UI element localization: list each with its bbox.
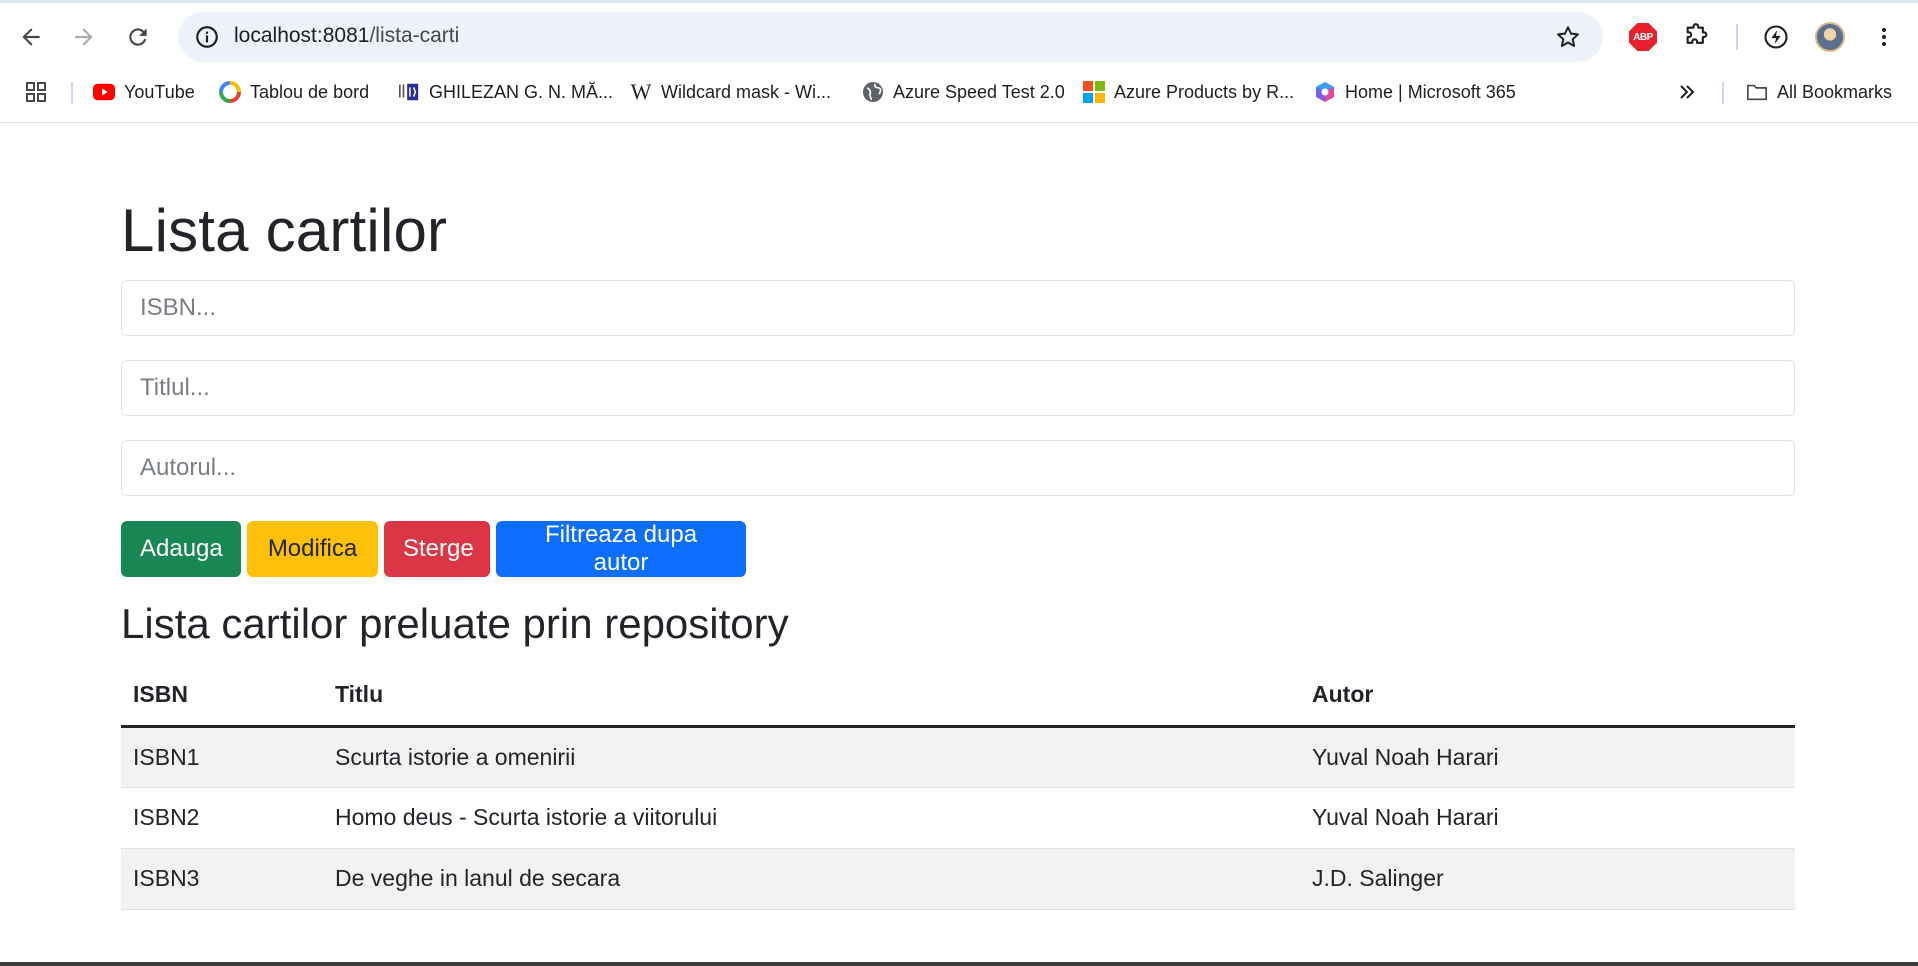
star-icon[interactable] [1555,24,1581,50]
profile-button[interactable] [1812,19,1848,55]
bookmark-label: Wildcard mask - Wi... [661,81,832,102]
column-header-author: Autor [1300,664,1795,728]
reload-button[interactable] [116,15,160,59]
more-bookmarks-button[interactable] [1677,78,1697,106]
cell-author: J.D. Salinger [1300,848,1795,910]
performance-button[interactable] [1758,19,1794,55]
arrow-right-icon [75,28,93,46]
delete-button[interactable]: Sterge [384,521,490,577]
bookmark-label: GHILEZAN G. N. MĂ... [429,81,614,102]
isbn-input[interactable] [121,280,1795,336]
microsoft-icon [1083,81,1105,103]
browser-chrome: localhost:8081/lista-carti ABP YouTube T… [0,0,1918,123]
add-button[interactable]: Adauga [121,521,241,577]
title-input[interactable] [121,360,1795,416]
apps-grid-icon [26,82,46,102]
url-path: /lista-carti [369,24,460,47]
bookmark-azure-products[interactable]: Azure Products by R... [1083,78,1294,106]
chevron-double-right-icon [1680,85,1695,99]
extensions-button[interactable] [1679,19,1715,55]
avatar [1815,22,1845,52]
site-info-icon[interactable] [194,24,220,50]
all-bookmarks-button[interactable]: All Bookmarks [1746,78,1892,106]
page-content: Lista cartilor Adauga Modifica Sterge Fi… [0,124,1918,966]
column-header-isbn: ISBN [121,664,323,728]
window-bottom-edge [0,962,1918,966]
all-bookmarks-label: All Bookmarks [1777,81,1893,102]
more-vertical-icon [1882,28,1886,46]
author-input[interactable] [121,440,1795,496]
lightning-icon [1764,25,1788,49]
bookmarks-separator [71,82,73,104]
cell-isbn: ISBN3 [121,848,323,910]
bookmark-youtube[interactable]: YouTube [93,78,195,106]
cell-title: Homo deus - Scurta istorie a viitorului [323,787,1300,849]
dashboard-icon [219,81,241,103]
section-title: Lista cartilor preluate prin repository [121,600,789,647]
university-icon [398,81,420,103]
bookmark-label: YouTube [124,81,195,102]
wikipedia-icon: W [630,79,652,104]
puzzle-icon [1686,23,1708,44]
bookmark-label: Azure Products by R... [1114,81,1295,102]
browser-menu-button[interactable] [1866,19,1902,55]
globe-icon [862,81,884,103]
cell-isbn: ISBN1 [121,726,323,788]
bookmark-label: Tablou de bord [250,81,370,102]
arrow-left-icon [22,28,40,46]
reload-icon [129,28,147,46]
table-row: ISBN2 Homo deus - Scurta istorie a viito… [121,787,1795,849]
bookmark-ghilezan[interactable]: GHILEZAN G. N. MĂ... [398,78,613,106]
folder-icon [1746,81,1768,103]
cell-author: Yuval Noah Harari [1300,726,1795,788]
cell-title: Scurta istorie a omenirii [323,726,1300,788]
table-header-row: ISBN Titlu Autor [121,664,1795,728]
address-bar[interactable]: localhost:8081/lista-carti [178,12,1603,62]
bookmarks-bar: YouTube Tablou de bord GHILEZAN G. N. MĂ… [0,74,1918,110]
bookmark-tablou-de-bord[interactable]: Tablou de bord [219,78,369,106]
bookmark-microsoft-365[interactable]: Home | Microsoft 365 [1314,78,1516,106]
bookmark-label: Home | Microsoft 365 [1345,81,1516,102]
books-table: ISBN Titlu Autor ISBN1 Scurta istorie a … [121,664,1795,910]
tab-strip-edge [0,0,1918,3]
m365-icon [1314,81,1336,103]
back-button[interactable] [9,15,53,59]
cell-author: Yuval Noah Harari [1300,787,1795,849]
toolbar-separator [1736,24,1738,50]
forward-button[interactable] [62,15,106,59]
adblock-plus-extension[interactable]: ABP [1625,19,1661,55]
browser-toolbar: localhost:8081/lista-carti ABP [0,9,1918,64]
bookmark-azure-speed-test[interactable]: Azure Speed Test 2.0 [862,78,1065,106]
bookmarks-separator [1722,82,1724,104]
adblock-plus-icon: ABP [1629,23,1657,51]
cell-title: De veghe in lanul de secara [323,848,1300,910]
table-row: ISBN1 Scurta istorie a omenirii Yuval No… [121,726,1795,788]
modify-button[interactable]: Modifica [247,521,378,577]
page-title: Lista cartilor [121,197,448,264]
url-host: localhost:8081 [234,24,370,47]
filter-by-author-button[interactable]: Filtreaza dupa autor [496,521,746,577]
bookmark-wildcard-mask[interactable]: W Wildcard mask - Wi... [630,78,831,106]
column-header-title: Titlu [323,664,1300,728]
bookmark-label: Azure Speed Test 2.0 [893,81,1065,102]
url-text[interactable]: localhost:8081/lista-carti [234,24,459,48]
cell-isbn: ISBN2 [121,787,323,849]
table-row: ISBN3 De veghe in lanul de secara J.D. S… [121,848,1795,910]
apps-button[interactable] [24,78,48,106]
youtube-icon [93,81,115,103]
